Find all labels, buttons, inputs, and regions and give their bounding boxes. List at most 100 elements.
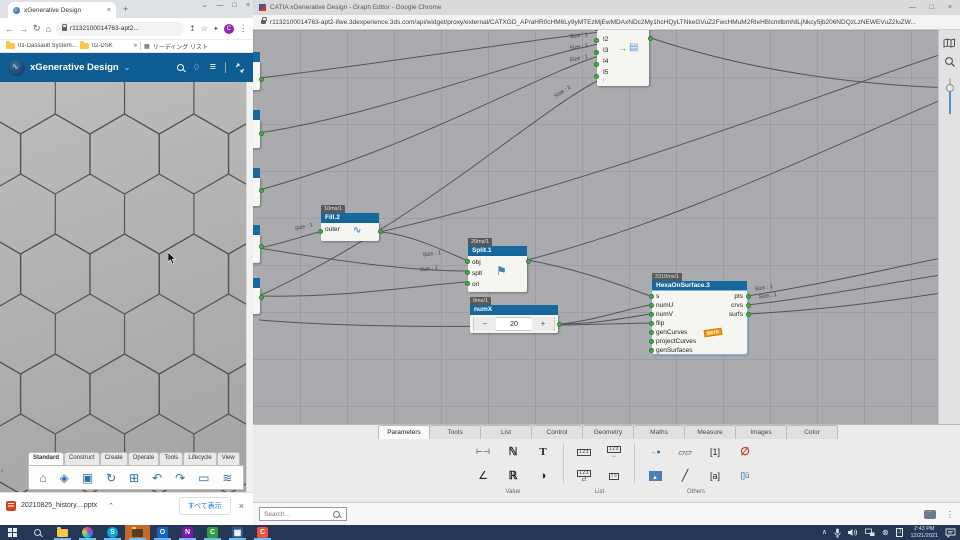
speaker-icon[interactable] [848,528,858,537]
input-port-dot[interactable] [464,281,470,286]
microphone-icon[interactable] [834,528,841,538]
increment-button[interactable]: + [532,317,554,331]
download-bar-close-icon[interactable]: × [239,501,244,511]
tab-operate[interactable]: Operate [127,452,160,465]
input-port-dot[interactable] [648,348,654,353]
text-param-icon[interactable]: T [531,441,555,463]
output-port-dot[interactable] [525,259,531,264]
tab-list[interactable]: List [480,425,532,439]
share-icon[interactable]: ↥ [189,24,196,33]
angle-param-icon[interactable]: ∠ [471,465,495,487]
tab-parameters[interactable]: Parameters [378,425,430,439]
taskbar-outlook[interactable]: O [150,525,175,540]
list-series-icon[interactable]: 123 ↔ [602,441,626,463]
sync-blocked-icon[interactable]: ⊗ [882,528,889,537]
input-port-dot[interactable] [593,62,599,67]
output-port-dot[interactable] [258,295,264,300]
download-filename[interactable]: 20210825_history....pptx [21,502,97,509]
input-port-dot[interactable] [593,50,599,55]
reading-list-label[interactable]: リーディング リスト [153,42,208,51]
window-title-bar[interactable]: CATIA xGenerative Design - Graph Editor … [253,0,960,15]
close-button[interactable]: × [948,4,952,11]
new-tab-button[interactable]: + [123,5,128,14]
reference-icon[interactable]: [a] [703,465,727,487]
duplicate-icon[interactable]: ⊞ [129,472,139,484]
null-icon[interactable]: ∅ [733,441,757,463]
node-merge[interactable]: I1 I2 I3 I4 I5 → ▤ i [593,30,653,86]
input-port-dot[interactable] [648,294,654,299]
address-bar[interactable]: r1132100014763-apt2... [55,21,184,36]
home-icon[interactable]: ⌂ [39,472,46,484]
browser-tab-xgenerative[interactable]: xGenerative Design × [8,2,116,18]
node-numx[interactable]: 0ms/1 numX – 20 + [470,297,562,333]
save-icon[interactable]: ▣ [82,472,93,484]
output-port-dot[interactable] [377,229,383,234]
tab-color[interactable]: Color [786,425,838,439]
input-port-dot[interactable] [593,74,599,79]
zoom-select-icon[interactable] [944,56,956,68]
taskbar-3dexperience[interactable] [75,525,100,540]
output-port-dot[interactable] [258,188,264,193]
toolbar-collapse-chevron[interactable]: ‹ [1,466,4,475]
node-split1[interactable]: 20ms/1 Split.1 obj splt ori ⚑ [464,238,531,292]
input-port-dot[interactable] [648,312,654,317]
bookmark-item[interactable]: 02-DSK [92,43,113,49]
page-scrollbar[interactable] [246,82,253,492]
node-title[interactable]: Split.1 [468,246,527,256]
tab-tools[interactable]: Tools [159,452,184,465]
profile-avatar[interactable]: C [223,23,234,34]
output-port-dot[interactable] [647,36,653,41]
input-port-dot[interactable] [464,259,470,264]
tab-create[interactable]: Create [99,452,128,465]
tab-measure[interactable]: Measure [684,425,736,439]
rss-icon[interactable]: ≋ [222,472,232,484]
output-port-dot[interactable] [745,303,751,308]
tab-close-icon[interactable]: × [107,7,111,14]
search-icon[interactable] [176,64,184,71]
decrement-button[interactable]: – [474,317,496,331]
input-port-dot[interactable] [648,339,654,344]
input-port-dot[interactable] [648,321,654,326]
show-all-downloads-button[interactable]: すべて表示 [178,496,231,515]
tab-lifecycle[interactable]: Lifecycle [183,452,217,465]
sync-icon[interactable]: ↻ [106,472,116,484]
bookmark-item[interactable]: 01-Dassault System... [18,43,77,49]
home-button[interactable]: ⌂ [46,24,51,34]
text-list-icon[interactable]: T≡ [602,465,626,487]
hamburger-menu-icon[interactable]: ≡ [210,62,216,73]
bookmarks-overflow-icon[interactable]: » [134,43,137,49]
action-center-icon[interactable] [945,528,956,538]
tab-construct[interactable]: Construct [64,452,100,465]
output-port-dot[interactable] [745,312,751,317]
clipped-node[interactable] [253,225,264,263]
browser-menu-icon[interactable]: ⋮ [239,23,248,34]
taskbar-calculator[interactable]: ▦ [225,525,250,540]
node-fill2[interactable]: 10ms/1 Fill.2 outer ∿ [317,205,383,241]
tab-standard[interactable]: Standard [28,452,65,465]
address-bar[interactable]: r1132100014763-apt2-ifwe.3dexperience.3d… [253,15,960,30]
zoom-slider[interactable] [946,78,954,114]
list-icon[interactable]: 123 [572,441,596,463]
clipped-node[interactable] [253,278,264,314]
network-icon[interactable] [865,528,875,537]
node-title[interactable]: numX [470,305,558,315]
taskbar-green-app[interactable]: C [200,525,225,540]
chrome-chevron-icon[interactable]: ⌄ [202,1,208,9]
input-port-dot[interactable] [464,270,470,275]
forward-button[interactable]: → [19,24,28,34]
tab-view[interactable]: View [216,452,240,465]
input-port-dot[interactable] [593,38,599,43]
bookmark-star-icon[interactable]: ☆ [201,24,208,33]
redo-icon[interactable]: ↷ [175,472,185,484]
natural-number-icon[interactable]: ℕ [501,441,525,463]
explore-icon[interactable]: ◈ [60,472,69,484]
point-ref-icon[interactable]: →● [643,441,667,463]
taskbar-onenote[interactable]: N [175,525,200,540]
app-title-chevron-icon[interactable]: ⌄ [124,63,131,72]
taskbar-explorer[interactable] [50,525,75,540]
search-box[interactable] [259,507,347,521]
index-icon[interactable]: [1] [703,441,727,463]
input-port-dot[interactable] [648,303,654,308]
maximize-button[interactable]: □ [930,4,934,11]
undo-icon[interactable]: ↶ [152,472,162,484]
